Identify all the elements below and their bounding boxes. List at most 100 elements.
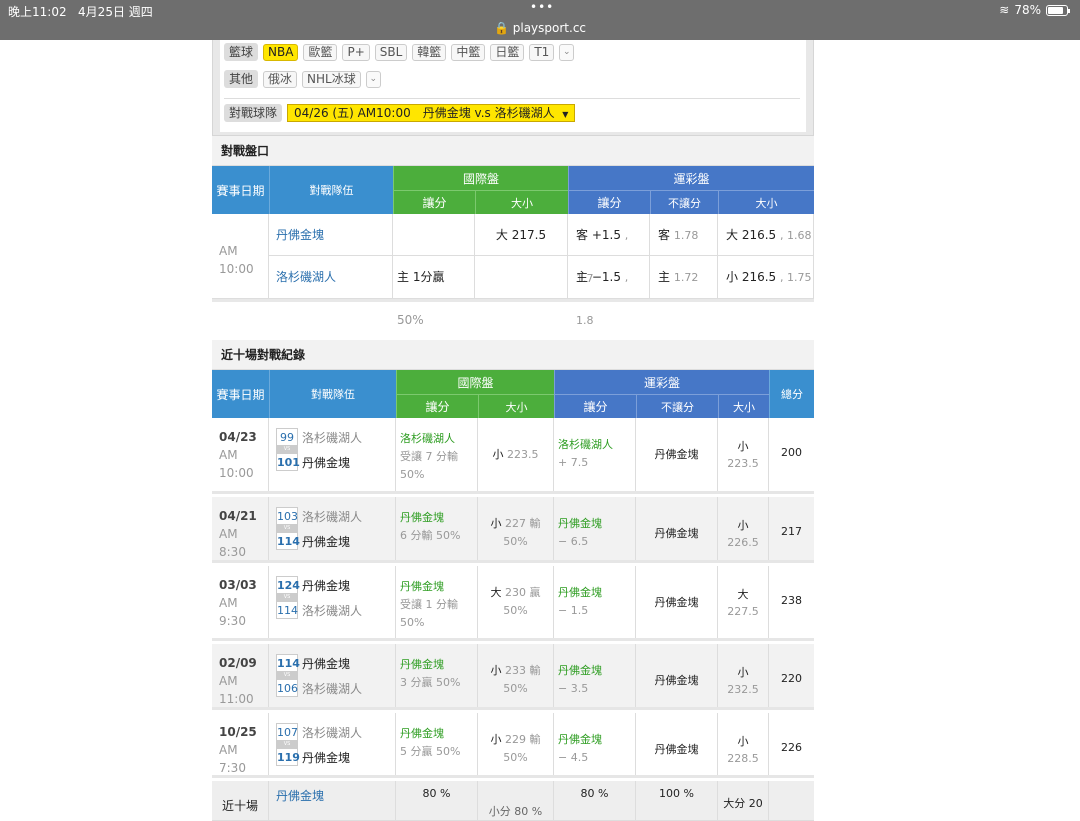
record-lot-ml: 丹佛金塊 bbox=[636, 418, 718, 491]
match-select[interactable]: 04/26 (五) AM10:00 丹佛金塊 v.s 洛杉磯湖人 ▼ bbox=[287, 104, 576, 122]
summary-lot-spread: 80 % bbox=[554, 781, 636, 820]
more-dots-icon[interactable]: ••• bbox=[530, 0, 554, 14]
league-tag[interactable]: 俄冰 bbox=[263, 70, 298, 88]
t2-lot-spread: 主 −1.5 , 1.8 bbox=[568, 256, 650, 327]
header-lot-spread: 讓分 bbox=[568, 190, 650, 214]
header-intl-spread: 讓分 bbox=[393, 190, 475, 214]
record-intl-total: 小 227 輸 50% bbox=[478, 497, 554, 560]
team1-link[interactable]: 丹佛金塊 bbox=[276, 228, 324, 242]
team-name[interactable]: 洛杉磯湖人 bbox=[302, 680, 362, 697]
t2-intl-total bbox=[475, 256, 568, 299]
record-total-score: 226 bbox=[781, 741, 802, 754]
team-name[interactable]: 洛杉磯湖人 bbox=[302, 429, 362, 446]
summary-intl-spread: 80 % bbox=[396, 781, 478, 820]
record-intl-total: 小 229 輸 50% bbox=[478, 713, 554, 775]
team-name[interactable]: 丹佛金塊 bbox=[302, 577, 350, 594]
record-lot-total: 小 226.5 bbox=[718, 497, 769, 560]
team2-link[interactable]: 洛杉磯湖人 bbox=[276, 270, 336, 284]
score: 107 bbox=[276, 723, 298, 741]
team-name[interactable]: 丹佛金塊 bbox=[302, 533, 350, 550]
score: 103 bbox=[276, 507, 298, 525]
summary-lot-ml: 100 % bbox=[636, 781, 718, 820]
record-date: 03/03 AM 9:30 bbox=[212, 566, 269, 638]
league-tag[interactable]: 日籃 bbox=[490, 43, 525, 61]
h-header-intl: 國際盤 bbox=[396, 370, 554, 394]
league-tag[interactable]: NHL冰球 bbox=[302, 70, 361, 88]
record-lot-ml: 丹佛金塊 bbox=[636, 644, 718, 707]
h-header-team: 對戰隊伍 bbox=[269, 370, 396, 418]
odds-time: AM 10:00 bbox=[212, 214, 269, 299]
team-name[interactable]: 丹佛金塊 bbox=[302, 655, 350, 672]
summary-team[interactable]: 丹佛金塊 bbox=[276, 789, 324, 803]
record-intl-spread: 丹佛金塊 5 分贏 50% bbox=[396, 713, 478, 775]
league-tag[interactable]: 韓籃 bbox=[412, 43, 447, 61]
status-bar: 晚上11:02 4月25日 週四 ••• 🔒 playsport.cc ≋ 78% bbox=[0, 0, 1080, 40]
h-header-lot-total: 大小 bbox=[718, 394, 769, 418]
record-teams: 107 洛杉磯湖人 VS 119 丹佛金塊 bbox=[269, 713, 396, 775]
h-header-score: 總分 bbox=[769, 370, 814, 418]
chevron-down-icon[interactable]: ⌄ bbox=[559, 43, 575, 61]
score: 101 bbox=[276, 453, 300, 471]
caret-down-icon: ▼ bbox=[562, 110, 569, 119]
record-lot-spread: 丹佛金塊 − 4.5 bbox=[554, 713, 636, 775]
h-header-lottery: 運彩盤 bbox=[554, 370, 769, 394]
match-label: 對戰球隊 bbox=[224, 104, 283, 122]
url-bar[interactable]: 🔒 playsport.cc bbox=[0, 21, 1080, 35]
t1-lot-ml: 客 1.78 bbox=[650, 214, 718, 256]
h-header-intl-total: 大小 bbox=[478, 394, 554, 418]
t1-intl-total: 大 217.5 bbox=[475, 214, 568, 256]
vs-badge: VS bbox=[276, 741, 298, 748]
t2-lot-total: 小 216.5 , 1.75 bbox=[718, 256, 814, 299]
score: 114 bbox=[276, 654, 300, 672]
league-filter: 籃球 NBA 歐籃 P+ SBL 韓籃 中籃 日籃 T1 ⌄ 其他 俄冰 NHL冰球 ⌄ 對戰球隊 04… bbox=[212, 40, 814, 136]
record-teams: 114 丹佛金塊 VS 106 洛杉磯湖人 bbox=[269, 644, 396, 707]
record-lot-ml: 丹佛金塊 bbox=[636, 713, 718, 775]
score: 114 bbox=[276, 532, 300, 550]
team-name[interactable]: 丹佛金塊 bbox=[302, 454, 350, 471]
history-header: 賽事日期 對戰隊伍 國際盤 讓分 大小 運彩盤 讓分 不讓分 大小 總分 bbox=[212, 370, 814, 420]
header-lottery: 運彩盤 bbox=[568, 166, 814, 190]
record-lot-ml: 丹佛金塊 bbox=[636, 566, 718, 638]
t1-intl-spread bbox=[393, 214, 475, 256]
wifi-icon: ≋ bbox=[999, 3, 1010, 17]
table-row: 10/25 AM 7:30 107 洛杉磯湖人 VS 119 丹佛金塊 丹佛金塊 5 分贏 50%… bbox=[212, 713, 814, 778]
league-tag[interactable]: 歐籃 bbox=[303, 43, 338, 61]
league-tag[interactable]: SBL bbox=[374, 43, 408, 61]
chevron-down-icon[interactable]: ⌄ bbox=[365, 70, 381, 88]
h-header-lot-nospread: 不讓分 bbox=[636, 394, 718, 418]
vs-badge: VS bbox=[276, 594, 298, 601]
table-row: 03/03 AM 9:30 124 丹佛金塊 VS 114 洛杉磯湖人 丹佛金塊 受讓 1 分輸 5… bbox=[212, 566, 814, 641]
team-name[interactable]: 洛杉磯湖人 bbox=[302, 724, 362, 741]
t1-lot-total: 大 216.5 , 1.68 bbox=[718, 214, 814, 256]
league-tag[interactable]: 中籃 bbox=[451, 43, 486, 61]
team-name[interactable]: 丹佛金塊 bbox=[302, 749, 350, 766]
summary-label: 近十場 bbox=[212, 781, 269, 820]
league-tag[interactable]: NBA bbox=[263, 43, 299, 61]
score: 99 bbox=[276, 428, 298, 446]
table-row: 02/09 AM 11:00 114 丹佛金塊 VS 106 洛杉磯湖人 丹佛金塊 3 分贏 50… bbox=[212, 644, 814, 710]
team-name[interactable]: 洛杉磯湖人 bbox=[302, 508, 362, 525]
t2-lot-ml: 主 1.72 bbox=[650, 256, 718, 299]
team-name[interactable]: 洛杉磯湖人 bbox=[302, 602, 362, 619]
record-lot-total: 小 223.5 bbox=[718, 418, 769, 491]
t2-intl-spread: 主 1分贏 50% bbox=[393, 256, 475, 327]
record-intl-spread: 洛杉磯湖人 受讓 7 分輸 50% bbox=[396, 418, 478, 491]
t1-lot-spread: 客 +1.5 , 1.7 bbox=[568, 214, 650, 285]
record-lot-total: 小 232.5 bbox=[718, 644, 769, 707]
summary-intl-total: 小分 80 % bbox=[478, 781, 554, 820]
record-teams: 99 洛杉磯湖人 VS 101 丹佛金塊 bbox=[269, 418, 396, 491]
score: 119 bbox=[276, 748, 300, 766]
league-tag[interactable]: T1 bbox=[529, 43, 555, 61]
league-tag[interactable]: P+ bbox=[342, 43, 370, 61]
record-date: 02/09 AM 11:00 bbox=[212, 644, 269, 707]
record-teams: 124 丹佛金塊 VS 114 洛杉磯湖人 bbox=[269, 566, 396, 638]
vs-badge: VS bbox=[276, 446, 298, 453]
record-date: 04/23 AM 10:00 bbox=[212, 418, 269, 491]
record-total-score: 238 bbox=[781, 594, 802, 607]
vs-badge: VS bbox=[276, 525, 298, 532]
score: 106 bbox=[276, 679, 298, 697]
score: 124 bbox=[276, 576, 300, 594]
h-header-intl-spread: 讓分 bbox=[396, 394, 478, 418]
status-time: 晚上11:02 4月25日 週四 bbox=[8, 5, 153, 19]
record-intl-total: 小 233 輸 50% bbox=[478, 644, 554, 707]
